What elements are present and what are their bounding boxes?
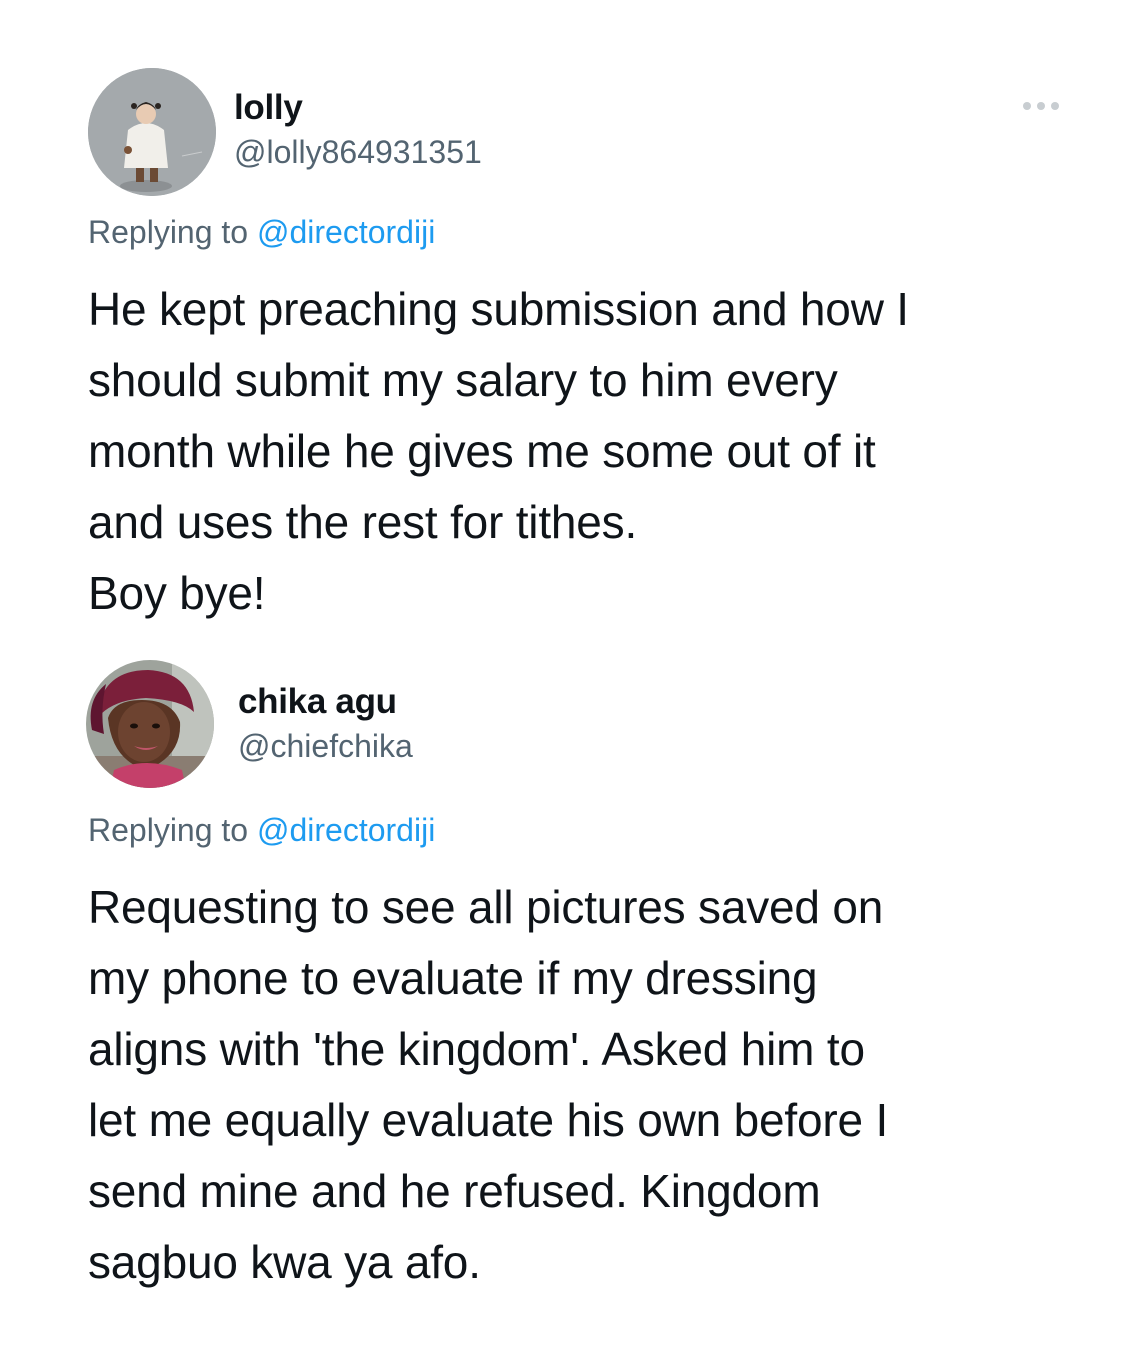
tweet-text-line: send mine and he refused. Kingdom: [88, 1165, 821, 1217]
tweet-text-line: sagbuo kwa ya afo.: [88, 1236, 481, 1288]
user-handle[interactable]: @chiefchika: [238, 728, 413, 765]
replying-to-label: Replying to: [88, 812, 249, 848]
display-name[interactable]: chika agu: [238, 682, 397, 722]
avatar-chika-image: [86, 660, 214, 788]
tweet-text-line: aligns with 'the kingdom'. Asked him to: [88, 1023, 865, 1075]
tweet-text-line: Requesting to see all pictures saved on: [88, 881, 884, 933]
replying-to: Replying to @directordiji: [88, 812, 435, 849]
avatar-chika[interactable]: [86, 660, 214, 788]
tweet-text-line: my phone to evaluate if my dressing: [88, 952, 818, 1004]
replying-to-mention[interactable]: @directordiji: [257, 812, 435, 848]
tweet-text-line: let me equally evaluate his own before I: [88, 1094, 889, 1146]
tweet-chika[interactable]: chika agu @chiefchika Replying to @direc…: [0, 0, 1125, 1288]
tweet-text: Requesting to see all pictures saved on …: [88, 872, 1068, 1298]
